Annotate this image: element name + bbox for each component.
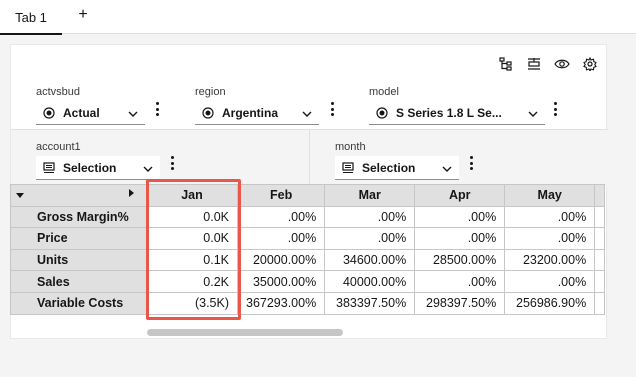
cell[interactable]: .00% bbox=[324, 227, 416, 250]
month-dropdown[interactable]: Selection bbox=[335, 156, 459, 180]
cell-partial bbox=[594, 291, 606, 315]
row-header[interactable]: Gross Margin% bbox=[10, 205, 147, 229]
cell[interactable]: .00% bbox=[504, 270, 596, 293]
data-grid: Jan Feb Mar Apr May Gross Margin% 0.0K .… bbox=[10, 184, 606, 315]
active-tab-indicator bbox=[0, 33, 62, 35]
chevron-down-icon bbox=[441, 162, 453, 174]
cell[interactable]: 20000.00% bbox=[236, 248, 326, 272]
chevron-down-icon bbox=[301, 107, 313, 119]
row-header[interactable]: Units bbox=[10, 248, 147, 272]
tab-1[interactable]: Tab 1 bbox=[0, 0, 62, 35]
cell[interactable]: 0.2K bbox=[146, 270, 238, 293]
model-dropdown[interactable]: S Series 1.8 L Se... bbox=[369, 101, 545, 125]
column-header[interactable]: May bbox=[504, 184, 596, 207]
cell[interactable]: .00% bbox=[236, 205, 326, 229]
widget-toolbar bbox=[498, 56, 598, 72]
cell-partial bbox=[594, 248, 606, 272]
filter-region: region Argentina bbox=[195, 85, 319, 125]
cell[interactable]: 367293.00% bbox=[236, 291, 326, 315]
table-row: Variable Costs (3.5K) 367293.00% 383397.… bbox=[10, 291, 606, 315]
column-header[interactable]: Mar bbox=[324, 184, 416, 207]
cell[interactable]: .00% bbox=[414, 227, 506, 250]
insert-row-icon[interactable] bbox=[526, 56, 542, 72]
row-header[interactable]: Price bbox=[10, 227, 147, 250]
filter-value: Actual bbox=[63, 105, 100, 120]
header-row: Jan Feb Mar Apr May bbox=[10, 184, 606, 207]
cell[interactable]: 298397.50% bbox=[414, 291, 506, 315]
filter-value: Selection bbox=[362, 160, 416, 175]
cell[interactable]: 0.0K bbox=[146, 227, 238, 250]
region-overflow-menu-icon[interactable] bbox=[329, 102, 335, 116]
column-header[interactable]: Apr bbox=[414, 184, 506, 207]
cell[interactable]: 34600.00% bbox=[324, 248, 416, 272]
filter-month: month Selection bbox=[335, 140, 459, 180]
region-dropdown[interactable]: Argentina bbox=[195, 101, 319, 125]
account1-overflow-menu-icon[interactable] bbox=[169, 156, 175, 170]
expand-right-icon bbox=[129, 189, 134, 197]
cell[interactable]: 0.1K bbox=[146, 248, 238, 272]
cell[interactable]: .00% bbox=[504, 205, 596, 229]
table-row: Price 0.0K .00% .00% .00% .00% bbox=[10, 227, 606, 250]
actvsbud-overflow-menu-icon[interactable] bbox=[154, 102, 160, 116]
selection-list-icon bbox=[42, 161, 55, 174]
chevron-down-icon bbox=[527, 107, 539, 119]
filter-label: account1 bbox=[36, 141, 81, 153]
row-header[interactable]: Sales bbox=[10, 270, 147, 293]
cell[interactable]: 0.0K bbox=[146, 205, 238, 229]
column-header[interactable]: Feb bbox=[236, 184, 326, 207]
column-header-partial bbox=[594, 184, 606, 207]
cell[interactable]: 256986.90% bbox=[504, 291, 596, 315]
cell[interactable]: 40000.00% bbox=[324, 270, 416, 293]
filter-value: S Series 1.8 L Se... bbox=[396, 105, 502, 120]
tab-label: Tab 1 bbox=[15, 9, 47, 25]
month-overflow-menu-icon[interactable] bbox=[468, 156, 474, 170]
selection-list-icon bbox=[341, 161, 354, 174]
filter-value: Selection bbox=[63, 160, 117, 175]
column-header[interactable]: Jan bbox=[146, 184, 238, 207]
hierarchy-icon[interactable] bbox=[498, 56, 514, 72]
cell[interactable]: (3.5K) bbox=[146, 291, 238, 315]
collapse-down-icon bbox=[16, 193, 24, 198]
grid-corner-cell[interactable] bbox=[10, 184, 147, 207]
add-tab-button[interactable]: + bbox=[76, 6, 90, 24]
cell[interactable]: .00% bbox=[414, 205, 506, 229]
cell[interactable]: 35000.00% bbox=[236, 270, 326, 293]
filter-actvsbud: actvsbud Actual bbox=[36, 85, 145, 125]
divider-vertical bbox=[309, 130, 310, 186]
settings-icon[interactable] bbox=[582, 56, 598, 72]
filter-model: model S Series 1.8 L Se... bbox=[369, 85, 545, 125]
chevron-down-icon bbox=[127, 107, 139, 119]
cell-partial bbox=[594, 227, 606, 250]
cell[interactable]: 23200.00% bbox=[504, 248, 596, 272]
filter-value: Argentina bbox=[222, 105, 279, 120]
member-icon bbox=[201, 106, 214, 119]
filter-label: model bbox=[369, 86, 399, 98]
cell[interactable]: .00% bbox=[236, 227, 326, 250]
filter-label: month bbox=[335, 141, 366, 153]
filter-account1: account1 Selection bbox=[36, 140, 160, 180]
view-icon[interactable] bbox=[554, 56, 570, 72]
member-icon bbox=[42, 106, 55, 119]
account1-dropdown[interactable]: Selection bbox=[36, 156, 160, 180]
cell[interactable]: .00% bbox=[504, 227, 596, 250]
horizontal-scrollbar[interactable] bbox=[147, 329, 343, 336]
table-row: Units 0.1K 20000.00% 34600.00% 28500.00%… bbox=[10, 248, 606, 272]
cell[interactable]: .00% bbox=[414, 270, 506, 293]
table-row: Gross Margin% 0.0K .00% .00% .00% .00% bbox=[10, 205, 606, 229]
filter-label: region bbox=[195, 86, 226, 98]
table-row: Sales 0.2K 35000.00% 40000.00% .00% .00% bbox=[10, 270, 606, 293]
member-icon bbox=[375, 106, 388, 119]
cell[interactable]: 383397.50% bbox=[324, 291, 416, 315]
row-header[interactable]: Variable Costs bbox=[10, 291, 147, 315]
chevron-down-icon bbox=[142, 162, 154, 174]
tab-bar: Tab 1 + bbox=[0, 0, 636, 35]
cell-partial bbox=[594, 270, 606, 293]
cell-partial bbox=[594, 205, 606, 229]
cell[interactable]: .00% bbox=[324, 205, 416, 229]
cell[interactable]: 28500.00% bbox=[414, 248, 506, 272]
actvsbud-dropdown[interactable]: Actual bbox=[36, 101, 145, 125]
filter-label: actvsbud bbox=[36, 86, 81, 98]
model-overflow-menu-icon[interactable] bbox=[552, 102, 558, 116]
